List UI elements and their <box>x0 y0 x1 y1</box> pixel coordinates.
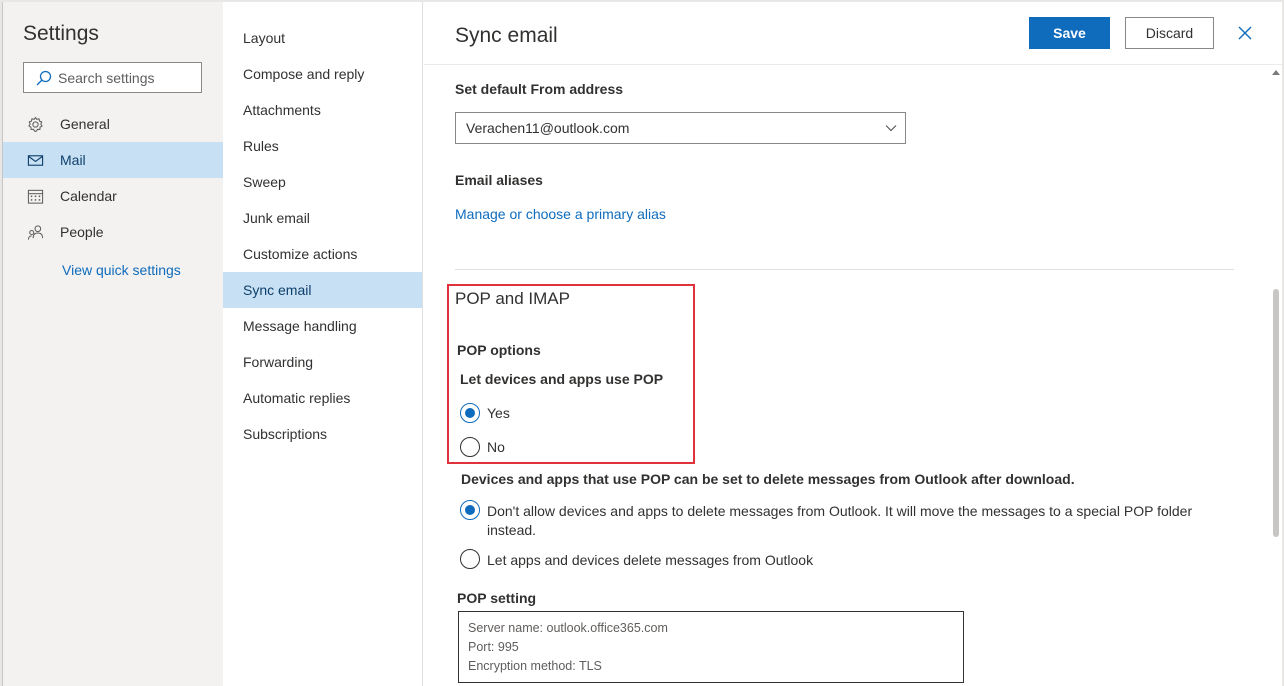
highlight-box <box>447 284 695 464</box>
menu-item-compose-and-reply[interactable]: Compose and reply <box>223 56 422 92</box>
nav-label-mail: Mail <box>60 152 86 168</box>
menu-item-subscriptions[interactable]: Subscriptions <box>223 416 422 452</box>
menu-item-rules[interactable]: Rules <box>223 128 422 164</box>
default-from-dropdown[interactable]: Verachen11@outlook.com <box>455 112 906 144</box>
nav-label-general: General <box>60 116 110 132</box>
pop-encryption: Encryption method: TLS <box>468 659 602 673</box>
view-quick-settings-link[interactable]: View quick settings <box>62 262 181 278</box>
pop-server-name: Server name: outlook.office365.com <box>468 621 668 635</box>
email-aliases-label: Email aliases <box>455 172 543 188</box>
menu-item-attachments[interactable]: Attachments <box>223 92 422 128</box>
mail-icon <box>27 154 44 166</box>
search-icon <box>36 70 52 85</box>
gear-icon <box>28 116 43 132</box>
default-from-value: Verachen11@outlook.com <box>466 120 630 136</box>
dont-allow-delete-label-cont: instead. <box>487 522 537 538</box>
header-divider <box>424 64 1282 65</box>
scroll-up-arrow[interactable] <box>1272 70 1280 75</box>
save-button[interactable]: Save <box>1029 17 1110 49</box>
page-title: Sync email <box>455 24 558 47</box>
mail-settings-menu: Layout Compose and reply Attachments Rul… <box>223 2 423 686</box>
dont-allow-delete-label: Don't allow devices and apps to delete m… <box>487 503 1193 519</box>
nav-label-people: People <box>60 224 104 240</box>
calendar-icon <box>27 189 44 204</box>
default-from-label: Set default From address <box>455 81 624 97</box>
search-settings-input[interactable]: Search settings <box>23 62 202 93</box>
let-delete-label: Let apps and devices delete messages fro… <box>487 552 814 568</box>
discard-button[interactable]: Discard <box>1125 17 1214 49</box>
menu-item-sync-email[interactable]: Sync email <box>223 272 422 308</box>
scrollbar[interactable] <box>1270 66 1282 686</box>
menu-item-sweep[interactable]: Sweep <box>223 164 422 200</box>
menu-item-junk-email[interactable]: Junk email <box>223 200 422 236</box>
scroll-thumb[interactable] <box>1273 289 1279 537</box>
settings-title: Settings <box>23 22 99 45</box>
chevron-down-icon <box>885 125 897 132</box>
sync-email-panel: Sync email Save Discard Set default From… <box>424 2 1282 686</box>
pop-setting-box: Server name: outlook.office365.com Port:… <box>458 611 964 683</box>
menu-item-customize-actions[interactable]: Customize actions <box>223 236 422 272</box>
nav-item-mail[interactable]: Mail <box>3 142 223 178</box>
settings-left-pane: Settings Search settings General Mail Ca… <box>3 2 223 686</box>
nav-item-calendar[interactable]: Calendar <box>3 178 223 214</box>
pop-setting-label: POP setting <box>457 590 537 606</box>
nav-item-people[interactable]: People <box>3 214 223 250</box>
menu-item-message-handling[interactable]: Message handling <box>223 308 422 344</box>
pop-port: Port: 995 <box>468 640 519 654</box>
menu-item-layout[interactable]: Layout <box>223 20 422 56</box>
menu-item-forwarding[interactable]: Forwarding <box>223 344 422 380</box>
nav-label-calendar: Calendar <box>60 188 117 204</box>
nav-item-general[interactable]: General <box>3 106 223 142</box>
manage-alias-link[interactable]: Manage or choose a primary alias <box>455 206 666 222</box>
settings-dialog: Settings Search settings General Mail Ca… <box>2 2 1282 686</box>
people-icon <box>27 224 44 240</box>
search-placeholder: Search settings <box>58 69 155 86</box>
menu-item-automatic-replies[interactable]: Automatic replies <box>223 380 422 416</box>
delete-description: Devices and apps that use POP can be set… <box>461 471 1075 487</box>
let-delete-radio[interactable] <box>460 549 480 569</box>
dont-allow-delete-radio[interactable] <box>460 500 480 520</box>
close-icon[interactable] <box>1236 24 1254 42</box>
section-divider <box>455 269 1234 270</box>
